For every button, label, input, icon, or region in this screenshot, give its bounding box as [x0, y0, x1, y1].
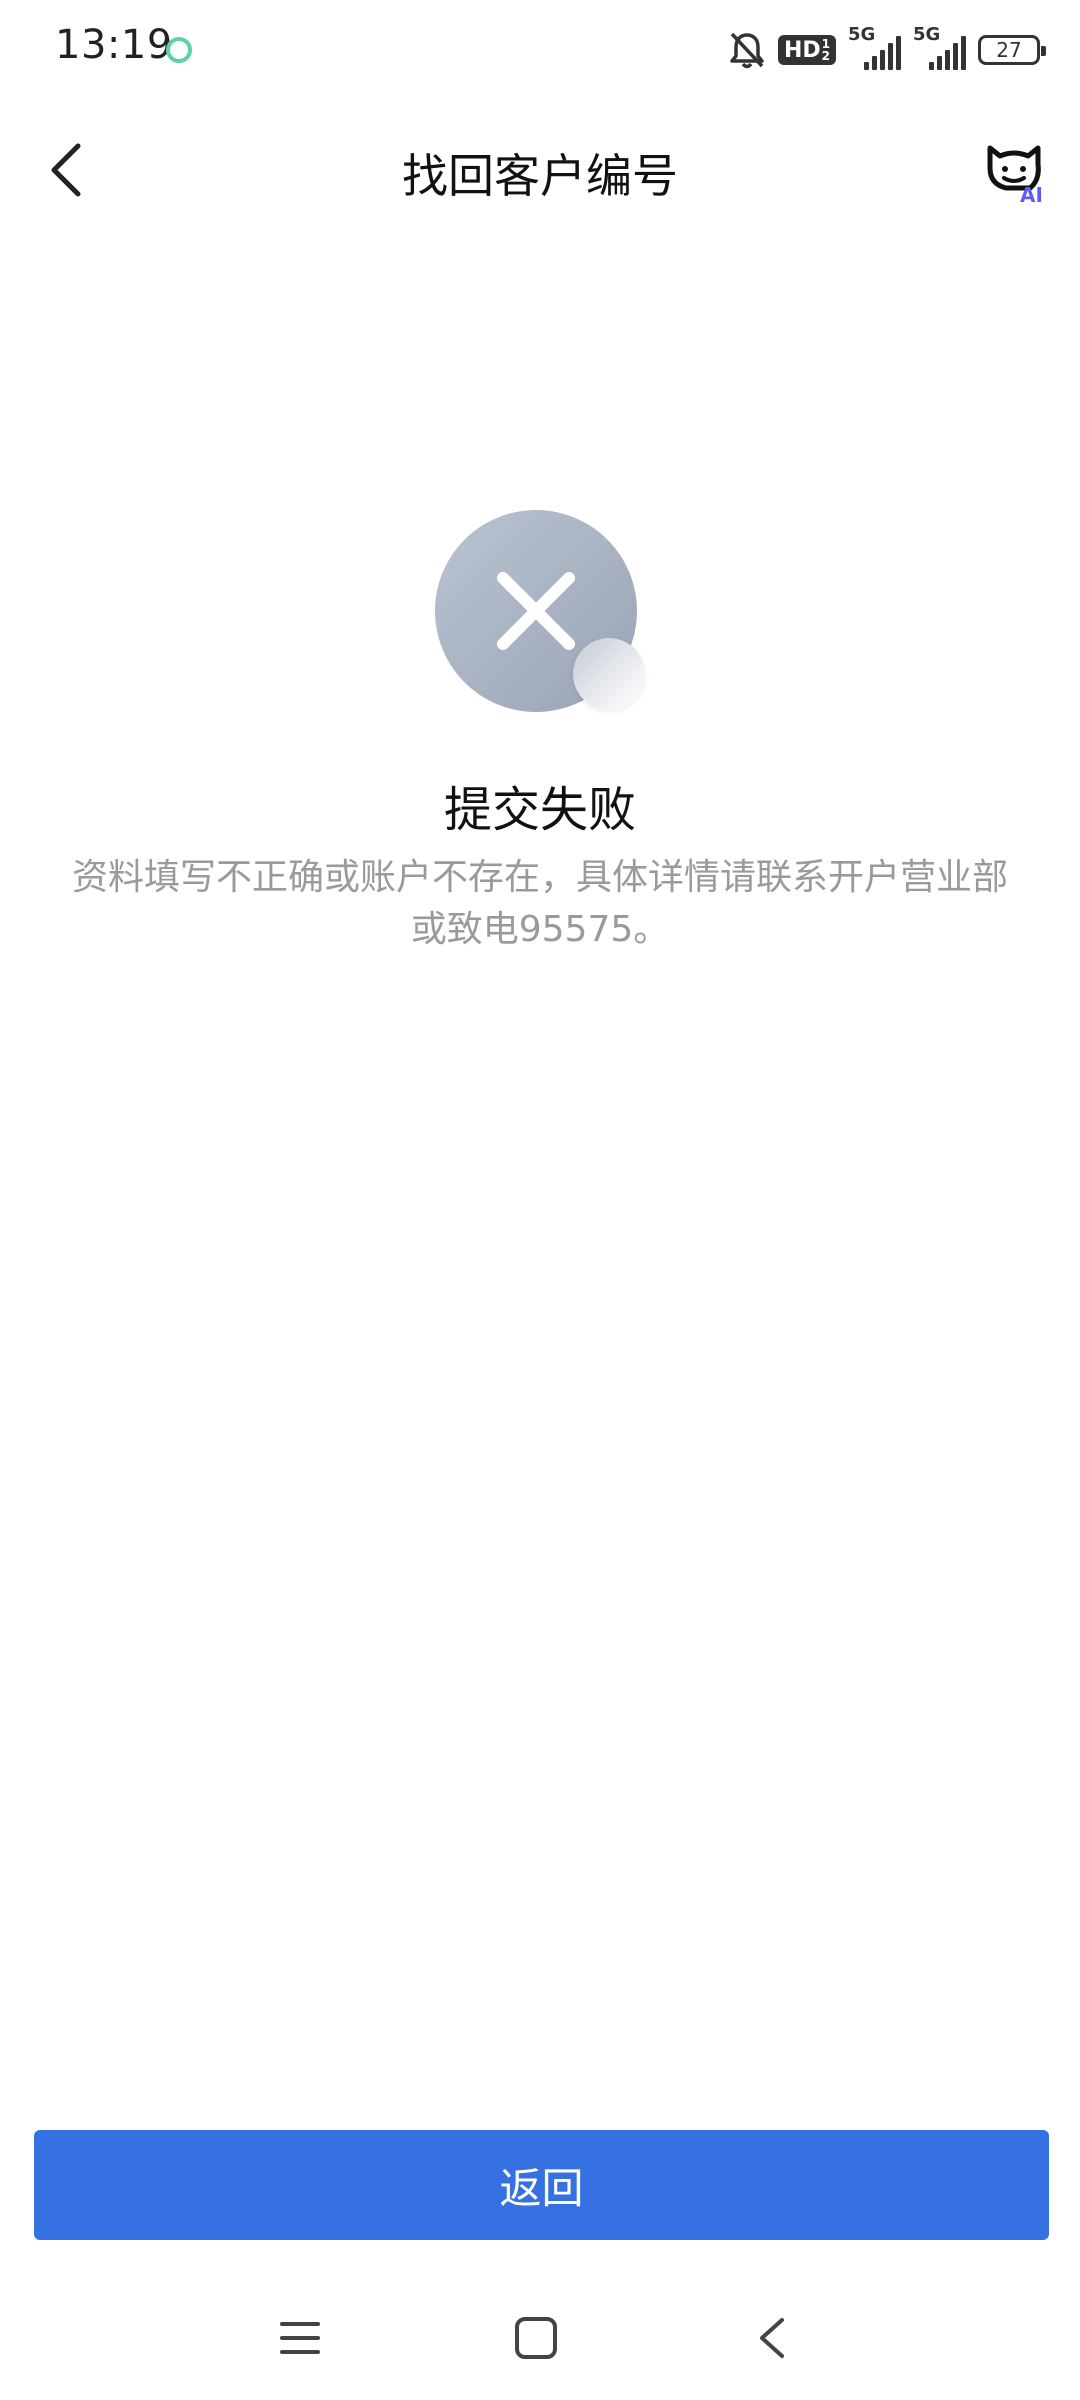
- page-title: 找回客户编号: [402, 149, 678, 203]
- signal-1-icon: 5G: [848, 24, 901, 70]
- screen: 13:19 HD 1 2 5G 5G 27 找回客户编号 AI 提交失败 资料填…: [0, 0, 1080, 2400]
- status-time: 13:19: [55, 22, 173, 68]
- decorative-bubble: [573, 638, 645, 710]
- return-button[interactable]: 返回: [34, 2130, 1049, 2240]
- battery-icon: 27: [978, 35, 1046, 65]
- ai-assistant-icon: AI: [987, 145, 1043, 207]
- status-bar: 13:19 HD 1 2 5G 5G 27: [0, 0, 1080, 100]
- hd-sub-bottom: 2: [821, 49, 830, 63]
- system-nav-bar: [0, 2290, 1080, 2400]
- header: 找回客户编号 AI: [0, 110, 1080, 230]
- home-icon[interactable]: [512, 2314, 560, 2362]
- back-icon[interactable]: [752, 2314, 792, 2362]
- hd-voice-badge: HD 1 2: [777, 35, 836, 65]
- notification-dot-icon: [166, 37, 192, 63]
- signal-2-label: 5G: [913, 24, 941, 45]
- mute-bell-icon: [728, 30, 766, 70]
- hd-label: HD: [783, 37, 821, 63]
- signal-2-icon: 5G: [913, 24, 966, 70]
- ai-label: AI: [1020, 183, 1043, 206]
- result-description: 资料填写不正确或账户不存在，具体详情请联系开户营业部或致电95575。: [71, 857, 1008, 950]
- menu-icon[interactable]: [278, 2316, 322, 2360]
- failure-x-icon: [435, 510, 655, 730]
- signal-1-label: 5G: [848, 24, 876, 45]
- status-icons: HD 1 2 5G 5G 27: [728, 24, 1046, 72]
- ai-assistant-button[interactable]: AI: [978, 134, 1050, 207]
- result-title: 提交失败: [443, 782, 636, 838]
- battery-level: 27: [996, 38, 1022, 62]
